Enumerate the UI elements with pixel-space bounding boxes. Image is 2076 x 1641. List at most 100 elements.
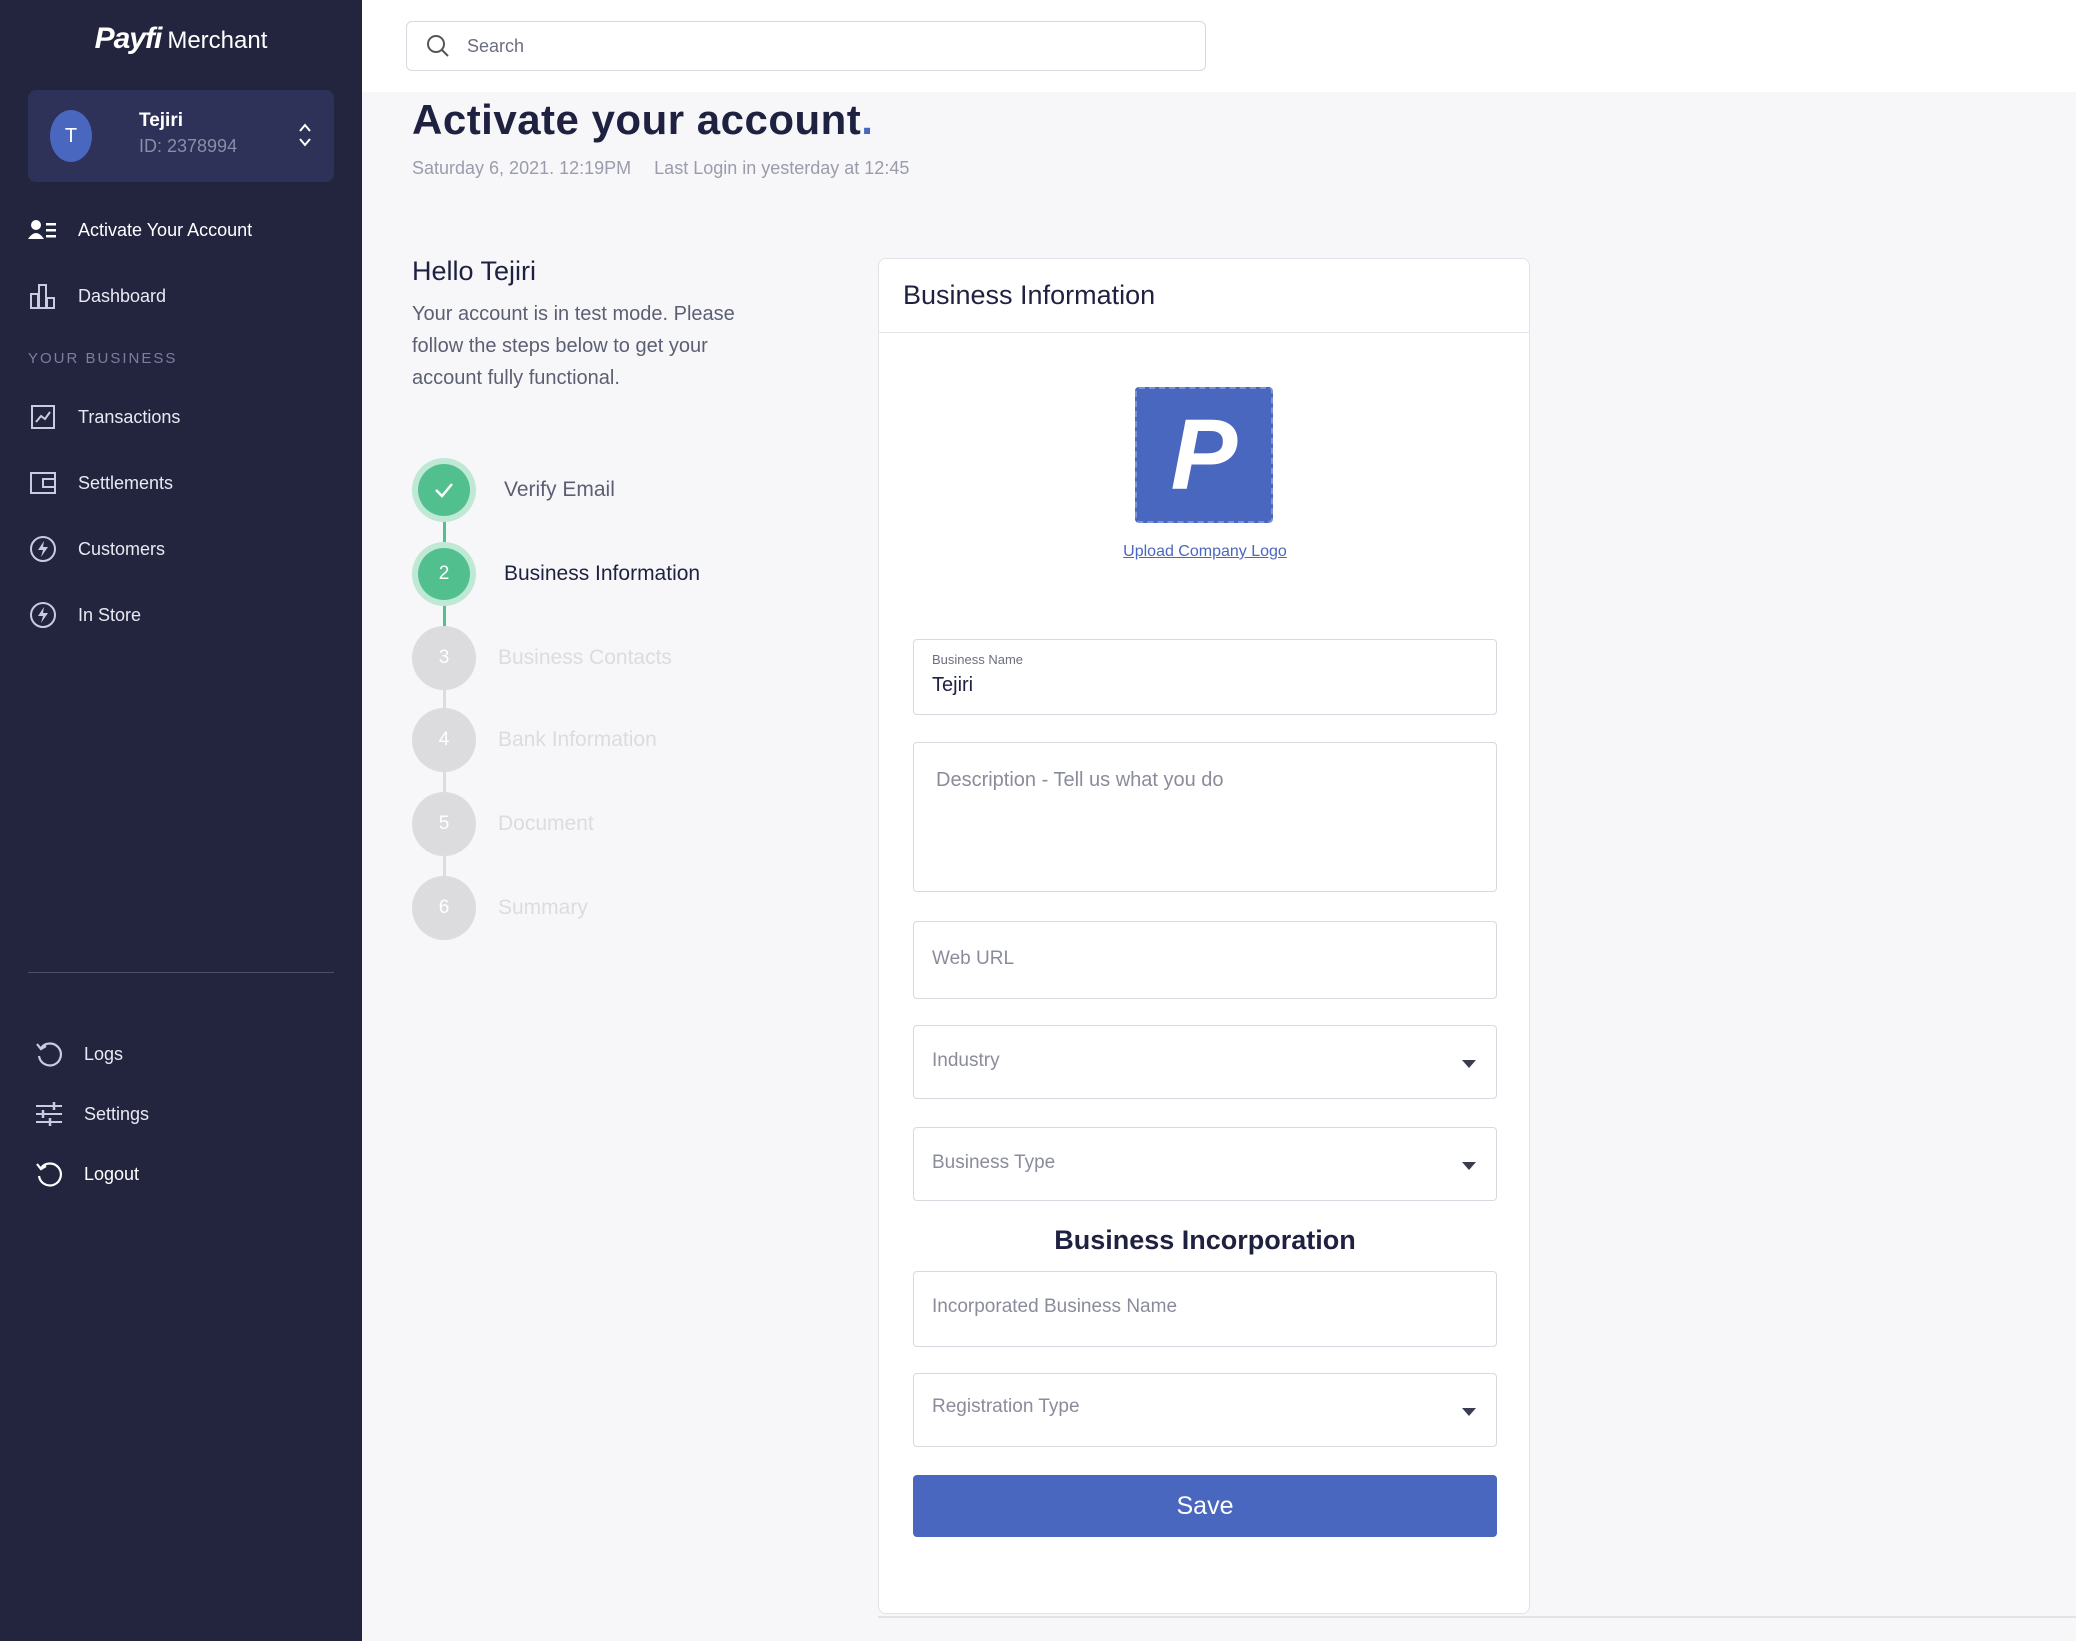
company-logo-letter: P (1170, 398, 1238, 511)
step-verify-email[interactable]: Verify Email (412, 458, 615, 522)
step-business-contacts[interactable]: 3 Business Contacts (412, 626, 672, 690)
business-type-select[interactable]: Business Type (913, 1127, 1497, 1201)
search-icon (427, 35, 449, 57)
registration-type-placeholder: Registration Type (932, 1396, 1080, 1417)
refresh-icon (34, 1039, 64, 1069)
step-label: Business Information (504, 562, 701, 585)
user-list-icon (28, 215, 58, 245)
description-textarea[interactable]: Description - Tell us what you do (913, 742, 1497, 892)
business-name-value: Tejiri (932, 674, 974, 696)
company-logo-upload[interactable]: P (1135, 387, 1273, 523)
step-bank-information[interactable]: 4 Bank Information (412, 708, 657, 772)
account-switcher[interactable]: T Tejiri ID: 2378994 (28, 90, 334, 182)
step-number: 4 (412, 708, 476, 772)
incorporated-business-name-field[interactable]: Incorporated Business Name (913, 1271, 1497, 1347)
wallet-icon (28, 468, 58, 498)
sidebar: Payfi Merchant T Tejiri ID: 2378994 Activ… (0, 0, 362, 1641)
step-summary[interactable]: 6 Summary (412, 876, 588, 940)
description-placeholder: Description - Tell us what you do (936, 769, 1224, 791)
step-connector (443, 520, 446, 544)
lightning-icon (28, 600, 58, 630)
sidebar-item-customers[interactable]: Customers (28, 529, 165, 569)
step-connector (443, 690, 446, 710)
sidebar-item-label: Settlements (78, 472, 174, 493)
business-incorporation-title: Business Incorporation (1054, 1225, 1356, 1255)
sidebar-item-label: Logs (84, 1043, 124, 1064)
sliders-icon (34, 1099, 64, 1129)
brand-suffix: Merchant (167, 27, 268, 54)
sidebar-item-label: In Store (78, 604, 142, 625)
step-connector (443, 772, 446, 794)
sidebar-divider (28, 972, 334, 973)
sidebar-item-logout[interactable]: Logout (34, 1154, 139, 1194)
top-bar (362, 0, 2076, 92)
industry-select[interactable]: Industry (913, 1025, 1497, 1099)
refresh-icon (34, 1159, 64, 1189)
brand-logo-mark: Payfi (94, 22, 163, 55)
step-document[interactable]: 5 Document (412, 792, 594, 856)
step-connector (443, 856, 446, 878)
caret-down-icon (1462, 1408, 1476, 1416)
step-number: 6 (412, 876, 476, 940)
card-title: Business Information (879, 259, 1529, 333)
industry-placeholder: Industry (932, 1050, 1000, 1071)
intro-text: Your account is in test mode. Please fol… (412, 303, 735, 389)
bar-chart-icon (28, 281, 58, 311)
step-connector (443, 604, 446, 626)
step-label: Summary (498, 896, 588, 919)
checkmark-icon (435, 483, 453, 498)
business-type-placeholder: Business Type (932, 1152, 1056, 1173)
registration-type-select[interactable]: Registration Type (913, 1373, 1497, 1447)
user-id: ID: 2378994 (139, 136, 238, 156)
sidebar-item-settlements[interactable]: Settlements (28, 463, 173, 503)
save-button[interactable]: Save (913, 1475, 1497, 1537)
sidebar-item-settings[interactable]: Settings (34, 1094, 149, 1134)
sidebar-item-label: Logout (84, 1163, 140, 1184)
avatar: T (50, 110, 92, 162)
caret-down-icon (1462, 1162, 1476, 1170)
upload-company-logo-link[interactable]: Upload Company Logo (879, 543, 1531, 561)
business-name-label: Business Name (932, 652, 1024, 667)
sidebar-item-label: Settings (84, 1103, 150, 1124)
sidebar-item-transactions[interactable]: Transactions (28, 397, 180, 437)
step-label: Bank Information (498, 728, 657, 751)
chevron-up-down-icon (299, 123, 311, 147)
sidebar-item-logs[interactable]: Logs (34, 1034, 123, 1074)
step-number: 2 (418, 548, 470, 600)
page-title: Activate your account. (412, 96, 873, 144)
step-number: 3 (412, 626, 476, 690)
web-url-field[interactable]: Web URL (913, 921, 1497, 999)
trend-chart-icon (28, 402, 58, 432)
section-label-your-business: YOUR BUSINESS (28, 350, 178, 367)
current-date: Saturday 6, 2021. 12:19PM (412, 158, 632, 178)
search-input[interactable] (467, 35, 1167, 57)
search-box[interactable] (406, 21, 1206, 71)
business-information-card: Business Information P Upload Company Lo… (878, 258, 1530, 1614)
brand-logo[interactable]: Payfi Merchant (0, 22, 362, 56)
web-url-placeholder: Web URL (932, 948, 1015, 969)
sidebar-item-activate-account[interactable]: Activate Your Account (28, 210, 252, 250)
sidebar-item-label: Transactions (78, 406, 181, 427)
content-bottom-border (878, 1616, 2076, 1618)
step-label: Verify Email (504, 478, 615, 501)
sidebar-item-label: Customers (78, 538, 166, 559)
sidebar-item-label: Dashboard (78, 285, 167, 306)
incorporated-name-placeholder: Incorporated Business Name (932, 1296, 1178, 1317)
sidebar-item-dashboard[interactable]: Dashboard (28, 276, 166, 316)
sidebar-item-label: Activate Your Account (78, 219, 253, 240)
user-name: Tejiri (139, 110, 183, 131)
page-subtitle: Saturday 6, 2021. 12:19PM Last Login in … (412, 158, 909, 179)
step-label: Document (498, 812, 594, 835)
page-title-dot: . (861, 96, 874, 143)
step-number: 5 (412, 792, 476, 856)
caret-down-icon (1462, 1060, 1476, 1068)
sidebar-item-in-store[interactable]: In Store (28, 595, 141, 635)
lightning-icon (28, 534, 58, 564)
step-check-circle (418, 464, 470, 516)
business-name-field[interactable]: Business Name Tejiri (913, 639, 1497, 715)
last-login: Last Login in yesterday at 12:45 (654, 158, 910, 178)
page-title-text: Activate your account (412, 96, 862, 143)
greeting: Hello Tejiri (412, 256, 537, 286)
step-label: Business Contacts (498, 646, 672, 669)
step-business-information[interactable]: 2 Business Information (412, 542, 700, 606)
